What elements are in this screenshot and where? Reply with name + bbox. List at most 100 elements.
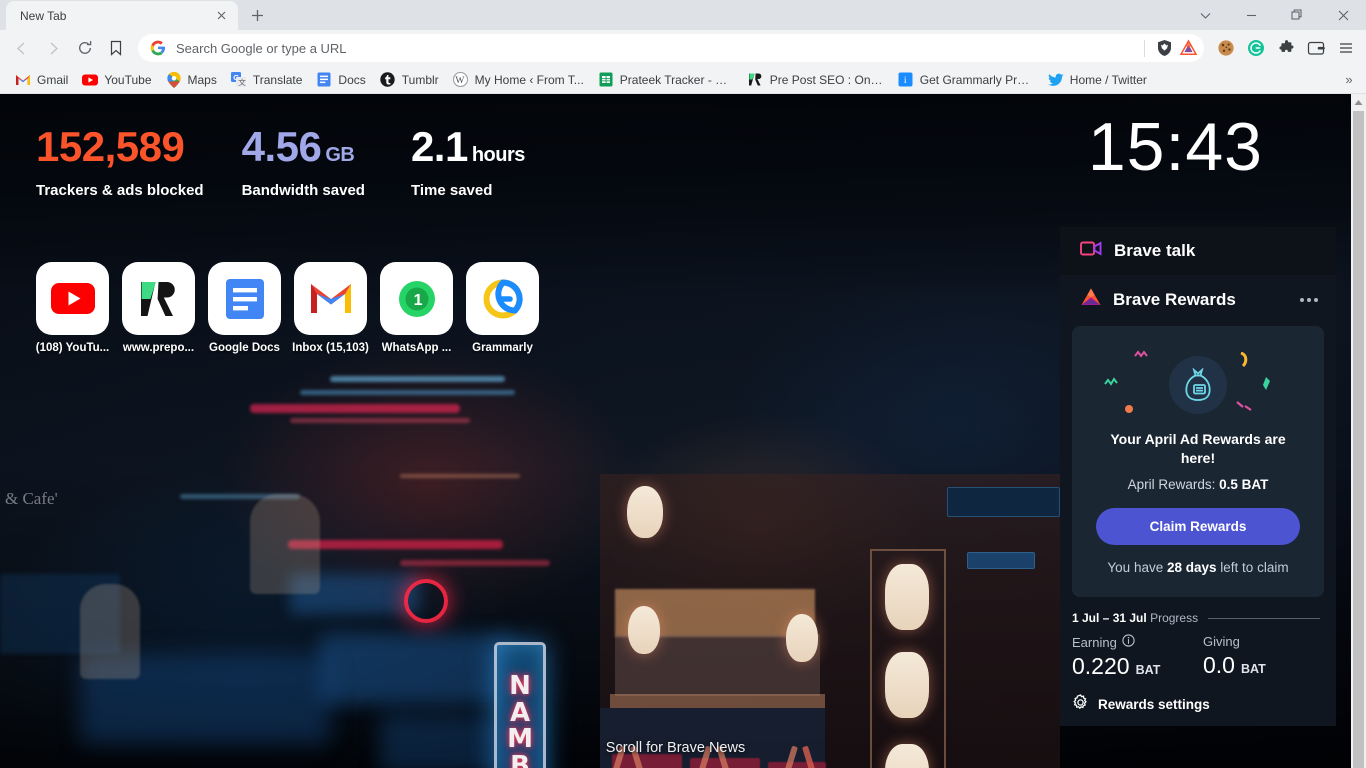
progress-divider — [1208, 617, 1320, 619]
new-tab-button[interactable] — [243, 1, 271, 29]
reload-button[interactable] — [70, 33, 100, 63]
extensions-puzzle-icon[interactable] — [1272, 34, 1300, 62]
browser-menu-icon[interactable] — [1332, 34, 1360, 62]
grammarly-icon[interactable] — [466, 262, 539, 335]
earning-value: 0.220 — [1072, 653, 1130, 679]
minimize-button[interactable] — [1228, 0, 1274, 30]
ad-rewards-card: Your April Ad Rewards are here! April Re… — [1072, 326, 1324, 597]
brave-shields-icon[interactable] — [1152, 36, 1176, 60]
tab-title: New Tab — [20, 8, 67, 23]
bookmark-page-icon[interactable] — [102, 34, 130, 62]
bookmark-tumblr[interactable]: Tumblr — [373, 69, 446, 91]
shortcut-google-docs[interactable]: Google Docs — [208, 262, 281, 354]
giving-value-row: 0.0 BAT — [1203, 652, 1324, 679]
earning-value-row: 0.220 BAT — [1072, 653, 1193, 680]
youtube-icon[interactable] — [36, 262, 109, 335]
gear-icon — [1072, 694, 1089, 714]
info-icon[interactable] — [1122, 634, 1135, 650]
bookmark-home-twitter[interactable]: Home / Twitter — [1041, 69, 1154, 91]
bookmark-label: Docs — [338, 72, 366, 87]
close-window-button[interactable] — [1320, 0, 1366, 30]
tab-strip: New Tab — [0, 0, 1366, 30]
bookmark-label: Maps — [187, 72, 217, 87]
grammarly-extension-icon[interactable] — [1242, 34, 1270, 62]
claim-rewards-button[interactable]: Claim Rewards — [1096, 507, 1300, 545]
back-button[interactable] — [6, 33, 36, 63]
bookmarks-overflow-icon[interactable]: » — [1338, 69, 1360, 91]
address-bar[interactable]: Search Google or type a URL — [138, 34, 1204, 62]
stat-value-row: 4.56 GB — [242, 126, 365, 168]
namba-letter: B — [510, 750, 530, 768]
bookmark-youtube[interactable]: YouTube — [75, 69, 158, 91]
shortcut-youtube[interactable]: (108) YouTu... — [36, 262, 109, 354]
bookmark-pre-post-seo[interactable]: Pre Post SEO : Onli... — [741, 69, 891, 91]
top-sites-shortcuts: (108) YouTu... www.prepo... Google Docs … — [36, 262, 539, 354]
rewards-settings-link[interactable]: Rewards settings — [1060, 680, 1336, 726]
brave-talk-title: Brave talk — [1114, 241, 1196, 260]
rewards-amount-value: 0.5 BAT — [1219, 476, 1269, 492]
days-suffix: left to claim — [1220, 559, 1289, 575]
stat-bandwidth-saved: 4.56 GB Bandwidth saved — [242, 126, 365, 200]
stat-value: 2.1 — [410, 123, 468, 170]
shortcut-prepostseo[interactable]: www.prepo... — [122, 262, 195, 354]
bookmark-prateek-tracker[interactable]: Prateek Tracker - G... — [591, 69, 741, 91]
earning-column: Earning 0.220 BAT — [1072, 634, 1193, 680]
bookmark-get-grammarly[interactable]: i Get Grammarly Pre... — [891, 69, 1041, 91]
address-bar-input[interactable]: Search Google or type a URL — [176, 41, 1137, 56]
shortcut-label: Grammarly — [472, 342, 533, 354]
scroll-up-arrow[interactable] — [1351, 94, 1366, 110]
namba-letter: A — [509, 697, 531, 728]
cookie-icon[interactable] — [1212, 34, 1240, 62]
bookmark-label: My Home ‹ From T... — [474, 72, 584, 87]
youtube-icon — [82, 72, 99, 88]
tumblr-icon — [380, 72, 396, 88]
svg-text:1: 1 — [413, 292, 422, 309]
brave-news-scroll-hint[interactable]: Scroll for Brave News — [606, 740, 745, 756]
brave-talk-widget[interactable]: Brave talk — [1060, 227, 1336, 275]
money-bag-icon — [1169, 356, 1227, 414]
clock-widget: 15:43 — [1087, 109, 1263, 185]
more-options-icon[interactable] — [1296, 292, 1322, 308]
privacy-stats: 152,589 Trackers & ads blocked 4.56 GB Ba… — [36, 123, 525, 200]
brave-rewards-bat-icon[interactable] — [1176, 36, 1200, 60]
namba-letter: M — [507, 724, 533, 755]
bookmark-label: Prateek Tracker - G... — [619, 72, 734, 87]
shortcut-label: (108) YouTu... — [35, 342, 110, 354]
brave-rewards-header: Brave Rewards — [1060, 275, 1336, 322]
days-value: 28 days — [1166, 559, 1217, 575]
progress-period-range: 1 Jul – 31 Jul — [1072, 611, 1147, 625]
maximize-button[interactable] — [1274, 0, 1320, 30]
scrollbar-thumb[interactable] — [1353, 111, 1364, 768]
close-tab-icon[interactable] — [213, 7, 230, 24]
stat-label: Time saved — [410, 182, 493, 199]
whatsapp-icon[interactable]: 1 — [380, 262, 453, 335]
bookmark-maps[interactable]: Maps — [159, 69, 224, 91]
rewards-settings-label: Rewards settings — [1098, 696, 1210, 712]
google-docs-icon[interactable] — [208, 262, 281, 335]
svg-text:W: W — [456, 76, 465, 86]
tab-search-icon[interactable] — [1182, 0, 1228, 30]
browser-toolbar: Search Google or type a URL — [0, 30, 1366, 66]
google-docs-icon — [316, 72, 332, 88]
shortcut-gmail-inbox[interactable]: Inbox (15,103) — [292, 262, 369, 354]
bookmark-docs[interactable]: Docs — [309, 69, 372, 91]
brave-wallet-icon[interactable] — [1302, 34, 1330, 62]
shortcut-grammarly[interactable]: Grammarly — [466, 262, 539, 354]
rewards-amount: April Rewards: 0.5 BAT — [1086, 477, 1310, 492]
giving-unit: BAT — [1240, 662, 1266, 676]
forward-button[interactable] — [38, 33, 68, 63]
page-scrollbar[interactable] — [1351, 94, 1366, 768]
video-camera-icon — [1080, 240, 1102, 262]
progress-values: Earning 0.220 BAT Giving 0.0 BAT — [1060, 625, 1336, 680]
tab-new-tab[interactable]: New Tab — [6, 1, 238, 30]
bookmark-my-home[interactable]: W My Home ‹ From T... — [446, 69, 591, 91]
prepostseo-icon[interactable] — [122, 262, 195, 335]
bookmark-gmail[interactable]: Gmail — [8, 69, 75, 91]
shortcut-whatsapp[interactable]: 1 WhatsApp ... — [380, 262, 453, 354]
gmail-icon[interactable] — [294, 262, 367, 335]
bookmarks-bar: Gmail YouTube Maps G 文 Translate Docs Tu… — [0, 66, 1366, 94]
stat-value: 152,589 — [36, 123, 185, 170]
bookmark-label: Get Grammarly Pre... — [919, 72, 1034, 87]
shortcut-label: Inbox (15,103) — [292, 342, 369, 354]
bookmark-translate[interactable]: G 文 Translate — [224, 69, 310, 91]
